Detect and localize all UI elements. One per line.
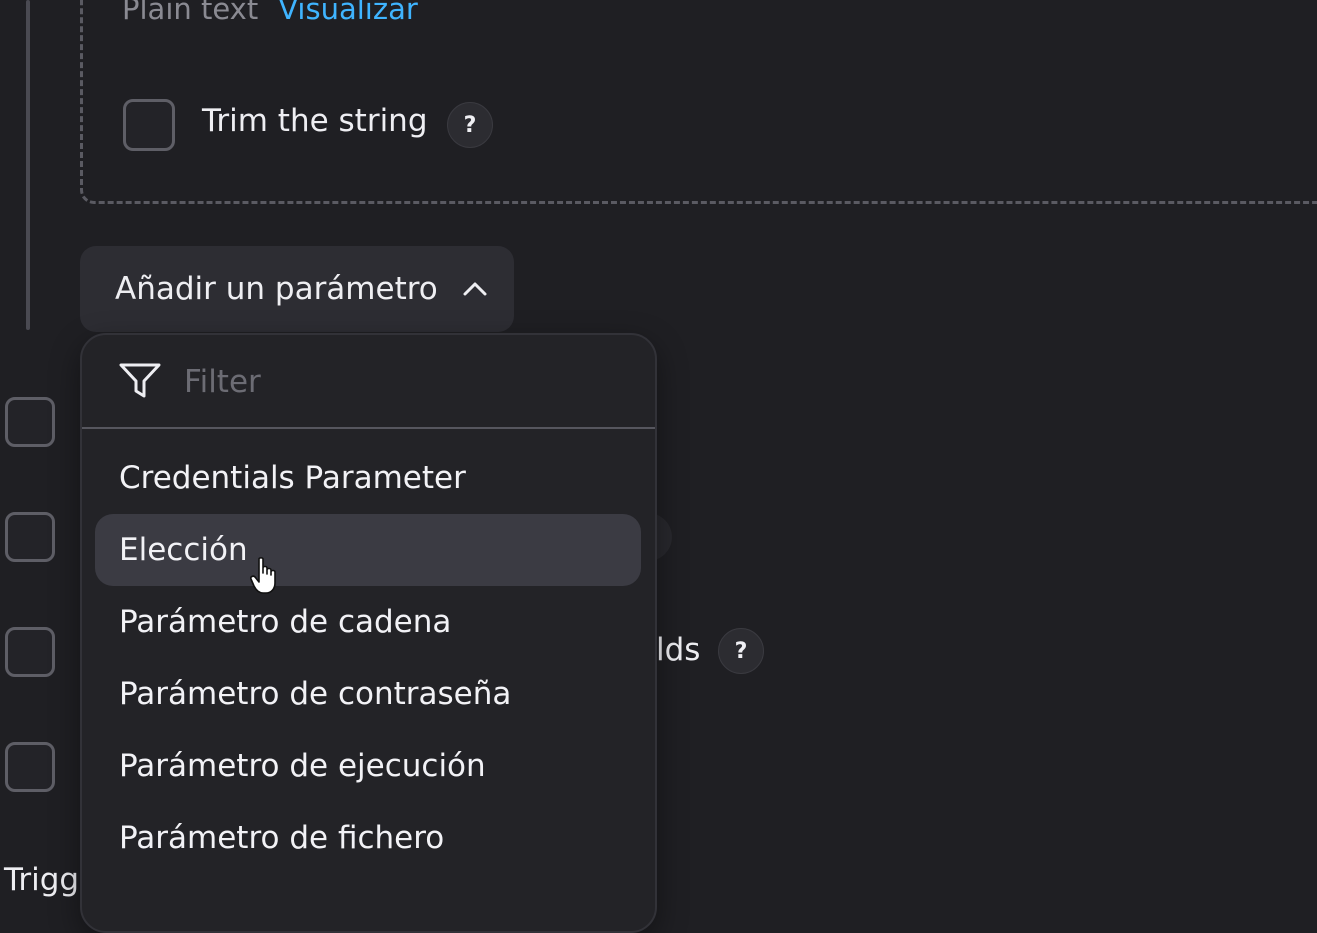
visualize-link[interactable]: Visualizar	[278, 0, 418, 26]
fields-label-fragment: lds	[656, 632, 701, 668]
chevron-up-icon	[463, 282, 487, 296]
filter-icon	[119, 363, 161, 398]
dropdown-option-run[interactable]: Parámetro de ejecución	[95, 730, 641, 802]
section-vertical-line	[26, 0, 30, 330]
trim-label: Trim the string	[202, 103, 428, 139]
filter-row	[82, 335, 655, 429]
dropdown-option-password[interactable]: Parámetro de contraseña	[95, 658, 641, 730]
dropdown-option-credentials[interactable]: Credentials Parameter	[95, 442, 641, 514]
plain-text-row: Plain text Visualizar	[122, 0, 418, 26]
filter-input[interactable]	[182, 357, 606, 407]
help-icon: ?	[463, 112, 477, 138]
plain-text-label: Plain text	[122, 0, 259, 26]
fields-help-button[interactable]: ?	[718, 628, 764, 674]
option-checkbox[interactable]	[5, 627, 55, 677]
parameter-dashed-container	[80, 0, 1317, 204]
add-parameter-label: Añadir un parámetro	[115, 271, 438, 307]
trigger-heading-fragment: Trigg	[4, 862, 80, 898]
option-checkbox[interactable]	[5, 512, 55, 562]
help-icon: ?	[734, 638, 748, 664]
dropdown-option-choice[interactable]: Elección	[95, 514, 641, 586]
add-parameter-button[interactable]: Añadir un parámetro	[80, 246, 514, 332]
dropdown-option-file[interactable]: Parámetro de fichero	[95, 802, 641, 874]
parameter-type-dropdown: Credentials Parameter Elección Parámetro…	[80, 333, 657, 933]
hand-pointer-icon	[250, 557, 276, 594]
option-checkbox[interactable]	[5, 742, 55, 792]
option-checkbox[interactable]	[5, 397, 55, 447]
trim-help-button[interactable]: ?	[447, 102, 493, 148]
trim-checkbox[interactable]	[123, 99, 175, 151]
dropdown-option-string[interactable]: Parámetro de cadena	[95, 586, 641, 658]
